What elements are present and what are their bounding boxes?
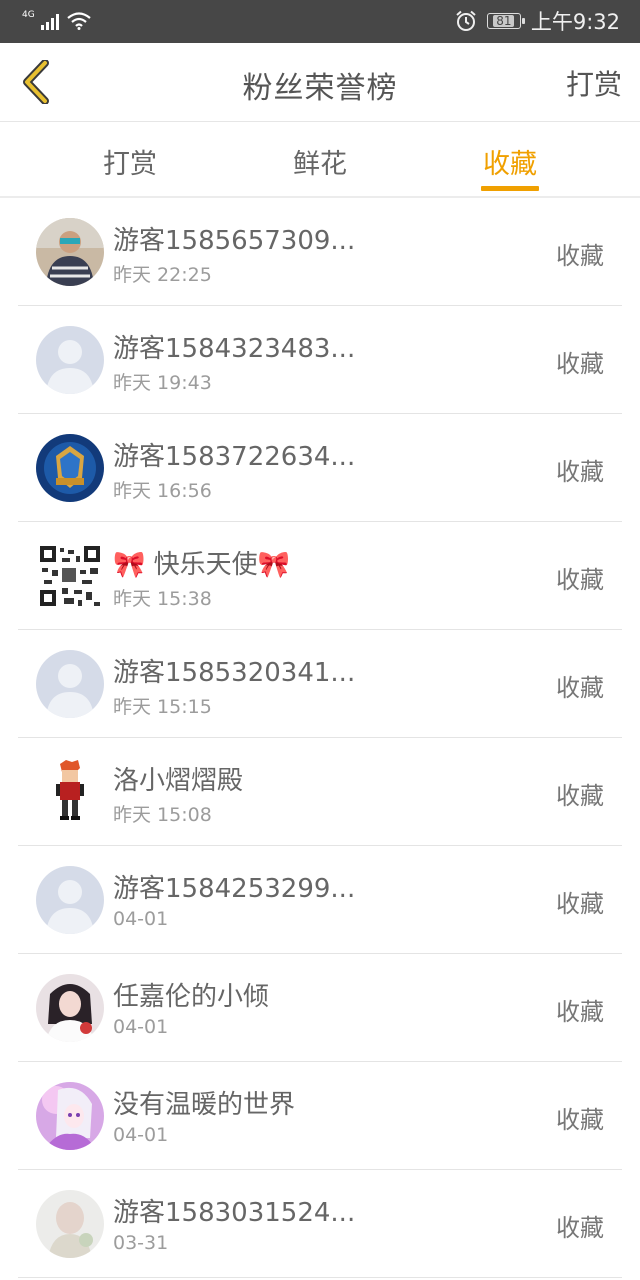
fan-name: 🎀 快乐天使🎀 [113,550,291,580]
action-label: 收藏 [556,998,604,1026]
default-avatar-icon [36,326,104,394]
action-label: 收藏 [556,458,604,486]
fan-name: 游客1583031524... [113,1198,356,1228]
action-label: 收藏 [556,1214,604,1242]
fan-name: 游客1584323483... [113,334,356,364]
avatar [36,218,104,286]
list-item[interactable]: 游客1583031524... 03-31 收藏 [18,1170,622,1278]
fan-name: 任嘉伦的小倾 [113,982,270,1012]
fan-time: 昨天 15:38 [113,588,212,610]
action-label: 收藏 [556,890,604,918]
default-avatar-icon [36,866,104,934]
page-title: 粉丝荣誉榜 [242,71,398,106]
fan-time: 03-31 [113,1232,169,1254]
status-bar: 4G 81 上午9:32 [0,0,640,43]
fan-time: 昨天 22:25 [113,264,212,286]
list-item[interactable]: 没有温暖的世界 04-01 收藏 [18,1062,622,1170]
fan-time: 04-01 [113,908,169,930]
tab-flowers[interactable]: 鲜花 [270,142,370,181]
list-item[interactable]: 🎀 快乐天使🎀 昨天 15:38 收藏 [18,522,622,630]
fan-list: 游客1585657309... 昨天 22:25 收藏 游客1584323483… [18,198,622,1278]
fan-time: 昨天 19:43 [113,372,212,394]
list-item[interactable]: 游客1583722634... 昨天 16:56 收藏 [18,414,622,522]
list-item[interactable]: 任嘉伦的小倾 04-01 收藏 [18,954,622,1062]
action-label: 收藏 [556,566,604,594]
fan-time: 昨天 15:08 [113,804,212,826]
fan-time: 04-01 [113,1016,169,1038]
list-item[interactable]: 游客1584323483... 昨天 19:43 收藏 [18,306,622,414]
battery-level: 81 [493,15,515,27]
nav-header: 粉丝荣誉榜 打赏 [0,43,640,122]
fan-time: 昨天 16:56 [113,480,212,502]
wifi-icon [67,12,91,30]
qr-code-icon [36,542,104,610]
list-item[interactable]: 游客1585320341... 昨天 15:15 收藏 [18,630,622,738]
avatar [36,434,104,502]
status-left: 4G [22,9,91,33]
alarm-icon [456,10,476,31]
fan-name: 游客1585320341... [113,658,356,688]
avatar [36,1190,104,1258]
active-tab-indicator [481,186,539,191]
list-item[interactable]: 游客1585657309... 昨天 22:25 收藏 [18,198,622,306]
default-avatar-icon [36,650,104,718]
tab-reward[interactable]: 打赏 [80,142,180,181]
fan-time: 昨天 15:15 [113,696,212,718]
status-right: 81 上午9:32 [455,7,620,35]
fan-name: 没有温暖的世界 [113,1090,296,1120]
action-label: 收藏 [556,674,604,702]
network-type: 4G [22,9,35,20]
battery-icon: 81 [486,13,525,29]
action-label: 收藏 [556,782,604,810]
pixel-character-avatar [36,758,104,826]
tab-favorites[interactable]: 收藏 [460,142,560,181]
list-item[interactable]: 游客1584253299... 04-01 收藏 [18,846,622,954]
fan-name: 游客1583722634... [113,442,356,472]
avatar [36,1082,104,1150]
reward-link[interactable]: 打赏 [566,63,622,103]
tab-bar: 打赏 鲜花 收藏 [0,122,640,198]
fan-time: 04-01 [113,1124,169,1146]
fan-name: 游客1584253299... [113,874,356,904]
list-item[interactable]: 洛小熠熠殿 昨天 15:08 收藏 [18,738,622,846]
signal-icon [40,14,59,30]
fan-name: 洛小熠熠殿 [113,766,244,796]
action-label: 收藏 [556,242,604,270]
avatar [36,974,104,1042]
clock: 上午9:32 [530,10,620,34]
fan-name: 游客1585657309... [113,226,356,256]
action-label: 收藏 [556,350,604,378]
action-label: 收藏 [556,1106,604,1134]
